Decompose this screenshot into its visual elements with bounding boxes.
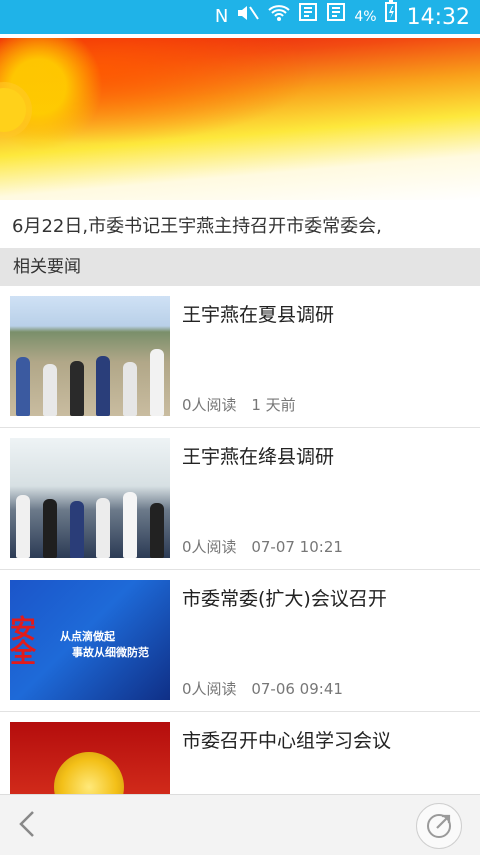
sim2-icon — [326, 0, 346, 34]
news-title: 市委常委(扩大)会议召开 — [182, 588, 387, 610]
status-bar: N 4% 14:32 — [0, 0, 480, 34]
news-title: 王宇燕在绛县调研 — [182, 446, 335, 468]
thumb-text-line2: 事故从细微防范 — [72, 646, 149, 659]
news-item[interactable]: 安全 从点滴做起 事故从细微防范 市委常委(扩大)会议召开 0人阅读 07-06… — [0, 570, 480, 712]
news-reads: 0人阅读 — [182, 396, 237, 414]
share-button[interactable] — [416, 803, 462, 849]
back-button[interactable] — [14, 809, 44, 839]
news-time: 07-06 09:41 — [251, 680, 343, 698]
wifi-icon — [268, 0, 291, 34]
article-banner-image — [0, 38, 480, 200]
news-time: 07-07 10:21 — [251, 538, 343, 556]
news-time: 1 天前 — [251, 396, 296, 414]
news-thumbnail — [10, 438, 170, 558]
battery-charging-icon — [384, 0, 397, 34]
share-icon — [427, 814, 451, 838]
back-icon — [19, 811, 34, 837]
news-thumbnail: 安全 从点滴做起 事故从细微防范 — [10, 580, 170, 700]
status-time: 14:32 — [406, 4, 470, 30]
news-item[interactable]: 王宇燕在绛县调研 0人阅读 07-07 10:21 — [0, 428, 480, 570]
news-item[interactable]: 王宇燕在夏县调研 0人阅读 1 天前 — [0, 286, 480, 428]
related-news-list: 王宇燕在夏县调研 0人阅读 1 天前 王宇燕在绛县调研 0人阅读 07-07 1… — [0, 286, 480, 854]
news-reads: 0人阅读 — [182, 680, 237, 698]
news-meta: 0人阅读 1 天前 — [182, 394, 306, 415]
sunflower-icon — [0, 88, 26, 132]
news-meta: 0人阅读 07-06 09:41 — [182, 678, 353, 699]
bottom-toolbar — [0, 794, 480, 855]
news-thumbnail — [10, 296, 170, 416]
thumb-text-line1: 从点滴做起 — [60, 630, 115, 643]
sim1-icon — [298, 0, 318, 34]
battery-percent: 4% — [354, 9, 377, 25]
news-title: 市委召开中心组学习会议 — [182, 730, 392, 752]
news-reads: 0人阅读 — [182, 538, 237, 556]
nfc-icon: N — [214, 6, 229, 27]
article-summary: 6月22日,市委书记王宇燕主持召开市委常委会, — [12, 216, 382, 237]
news-title: 王宇燕在夏县调研 — [182, 304, 335, 326]
thumb-text-safety: 安全 — [10, 615, 37, 669]
mute-icon — [236, 0, 260, 34]
news-meta: 0人阅读 07-07 10:21 — [182, 536, 353, 557]
related-news-header: 相关要闻 — [0, 248, 480, 286]
